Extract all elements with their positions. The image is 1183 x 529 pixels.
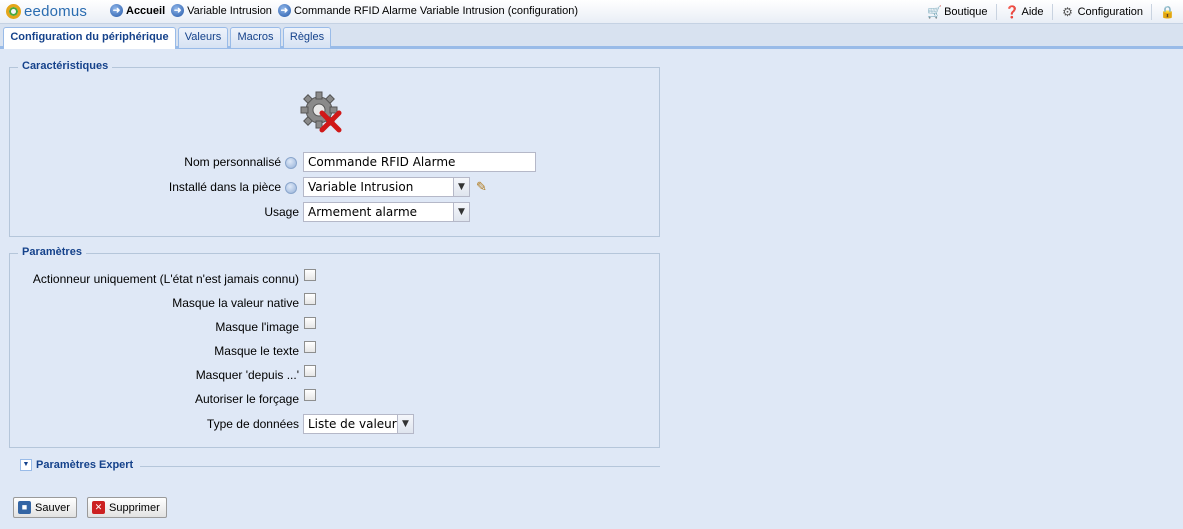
expand-icon: ▼	[20, 459, 32, 471]
arrow-right-icon: ➜	[171, 4, 185, 17]
piece-select[interactable]: Variable Intrusion ▼	[303, 177, 470, 197]
tab-valeurs[interactable]: Valeurs	[178, 27, 228, 48]
top-links: 🛒 Boutique ❓ Aide ⚙ Configuration 🔒	[919, 4, 1177, 20]
piece-value: Variable Intrusion	[308, 180, 414, 194]
boutique-link[interactable]: 🛒 Boutique	[927, 5, 987, 19]
delete-label: Supprimer	[109, 501, 160, 514]
top-bar: eedomus ➜ Accueil ➜ Variable Intrusion ➜…	[0, 0, 1183, 24]
type-donnees-label: Type de données	[206, 417, 299, 431]
type-donnees-select[interactable]: Liste de valeurs ▼	[303, 414, 414, 434]
breadcrumb-label: Accueil	[126, 4, 166, 17]
aide-label: Aide	[1021, 6, 1044, 18]
masque-image-checkbox[interactable]	[304, 317, 316, 329]
delete-button[interactable]: ✕ Supprimer	[87, 497, 167, 518]
chevron-down-icon[interactable]: ▼	[453, 178, 469, 196]
breadcrumb-device[interactable]: ➜ Commande RFID Alarme Variable Intrusio…	[277, 4, 579, 17]
tab-macros[interactable]: Macros	[230, 27, 281, 48]
chevron-down-icon[interactable]: ▼	[453, 203, 469, 221]
option-label: Actionneur uniquement (L'état n'est jama…	[32, 272, 299, 286]
divider	[1151, 4, 1152, 20]
tab-regles[interactable]: Règles	[283, 27, 331, 48]
breadcrumb-home[interactable]: ➜ Accueil	[110, 4, 165, 17]
caracteristiques-legend: Caractéristiques	[18, 60, 113, 72]
gear-icon: ⚙	[1062, 5, 1073, 19]
arrow-right-icon: ➜	[110, 4, 123, 17]
parametres-expert-toggle[interactable]: ▼ Paramètres Expert	[20, 459, 133, 471]
autoriser-forcage-checkbox[interactable]	[304, 389, 316, 401]
masque-texte-checkbox[interactable]	[304, 341, 316, 353]
tab-configuration[interactable]: Configuration du périphérique	[3, 27, 176, 49]
divider	[1051, 4, 1053, 20]
divider	[140, 466, 660, 467]
option-label: Masquer 'depuis ...'	[195, 368, 299, 382]
pencil-icon[interactable]: ✎	[476, 179, 487, 195]
type-donnees-value: Liste de valeurs	[308, 417, 403, 431]
logo-text: eedomus	[24, 3, 88, 20]
cart-icon: 🛒	[927, 5, 943, 19]
main-panel: Caractéristiques Nom personnalisé Comman…	[0, 52, 1183, 529]
breadcrumb: ➜ Accueil ➜ Variable Intrusion ➜ Command…	[110, 4, 584, 17]
usage-label: Usage	[264, 205, 299, 219]
tab-bar: Configuration du périphérique Valeurs Ma…	[0, 24, 1183, 49]
divider	[995, 4, 997, 20]
floppy-icon: ■	[18, 501, 31, 514]
option-label: Masque le texte	[214, 344, 299, 358]
option-label: Masque l'image	[215, 320, 299, 334]
breadcrumb-label: Variable Intrusion	[187, 4, 272, 17]
piece-label: Installé dans la pièce	[168, 180, 281, 194]
lock-button[interactable]: 🔒	[1160, 5, 1177, 19]
nom-input[interactable]: Commande RFID Alarme	[303, 152, 536, 172]
arrow-right-icon: ➜	[277, 4, 291, 17]
usage-value: Armement alarme	[308, 205, 418, 219]
breadcrumb-room[interactable]: ➜ Variable Intrusion	[171, 4, 272, 17]
lock-icon: 🔒	[1160, 5, 1175, 19]
actionneur-checkbox[interactable]	[304, 269, 316, 281]
aide-link[interactable]: ❓ Aide	[1005, 5, 1044, 19]
help-icon[interactable]	[285, 157, 297, 169]
usage-select[interactable]: Armement alarme ▼	[303, 202, 470, 222]
delete-icon: ✕	[92, 501, 105, 514]
help-icon[interactable]	[285, 182, 297, 194]
configuration-link[interactable]: ⚙ Configuration	[1061, 5, 1143, 19]
boutique-label: Boutique	[944, 6, 988, 18]
parametres-expert-label: Paramètres Expert	[36, 459, 134, 471]
nom-label: Nom personnalisé	[184, 155, 281, 169]
chevron-down-icon[interactable]: ▼	[397, 415, 413, 433]
option-label: Masque la valeur native	[172, 296, 299, 310]
save-label: Sauver	[35, 501, 70, 514]
configuration-label: Configuration	[1077, 6, 1143, 18]
breadcrumb-label: Commande RFID Alarme Variable Intrusion …	[293, 4, 579, 17]
eedomus-logo[interactable]: eedomus	[6, 3, 87, 20]
save-button[interactable]: ■ Sauver	[13, 497, 77, 518]
device-error-icon	[300, 91, 342, 133]
masquer-depuis-checkbox[interactable]	[304, 365, 316, 377]
logo-ring-icon	[6, 4, 21, 19]
help-book-icon: ❓	[1004, 5, 1020, 19]
option-label: Autoriser le forçage	[194, 392, 299, 406]
masque-valeur-checkbox[interactable]	[304, 293, 316, 305]
parametres-legend: Paramètres	[18, 246, 86, 258]
